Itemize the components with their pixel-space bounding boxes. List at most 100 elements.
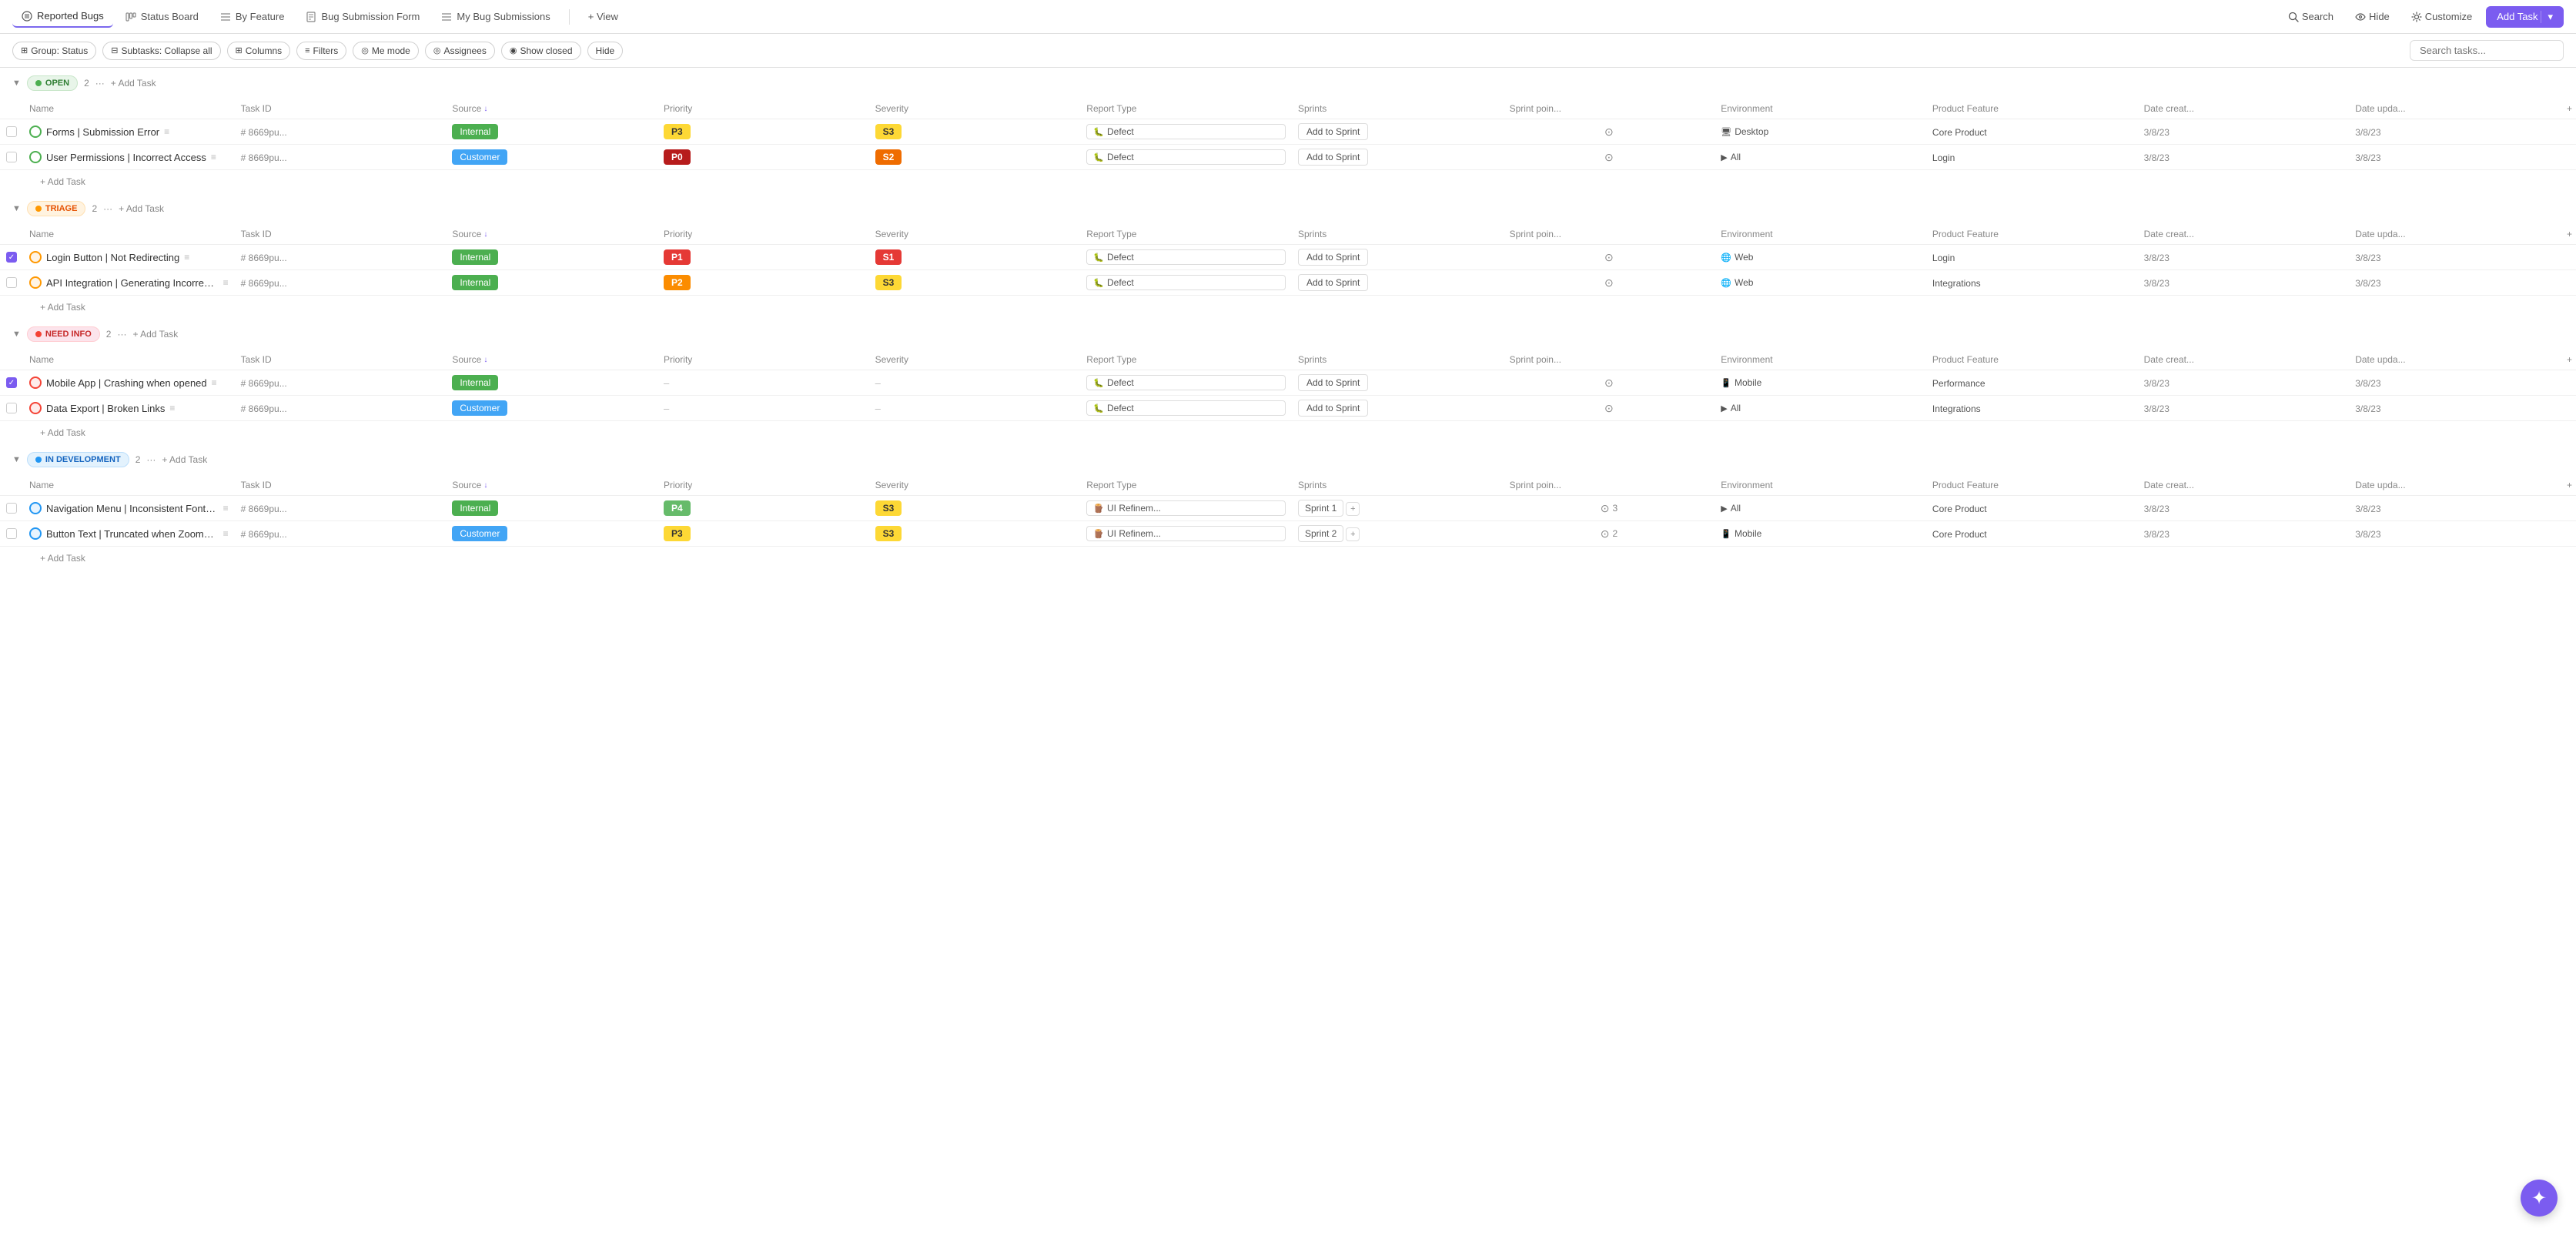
add-to-sprint-button[interactable]: Add to Sprint: [1298, 274, 1368, 291]
task-id[interactable]: # 8669pu...: [241, 529, 287, 540]
section-indev-header[interactable]: ▼ IN DEVELOPMENT 2 ··· + Add Task: [0, 444, 2576, 475]
needinfo-chevron[interactable]: ▼: [12, 330, 21, 339]
add-to-sprint-button[interactable]: Add to Sprint: [1298, 149, 1368, 166]
sprint-plus-button[interactable]: +: [1346, 502, 1360, 516]
col-plus-header-n[interactable]: +: [2561, 350, 2576, 370]
add-to-sprint-button[interactable]: Add to Sprint: [1298, 374, 1368, 391]
task-id[interactable]: # 8669pu...: [241, 253, 287, 263]
section-open-header[interactable]: ▼ OPEN 2 ··· + Add Task: [0, 68, 2576, 99]
triage-more[interactable]: ···: [103, 203, 112, 214]
needinfo-add[interactable]: + Add Task: [132, 329, 178, 340]
task-id[interactable]: # 8669pu...: [241, 378, 287, 389]
indev-add[interactable]: + Add Task: [162, 454, 207, 465]
add-to-sprint-button[interactable]: Add to Sprint: [1298, 123, 1368, 140]
tab-view[interactable]: + View: [579, 6, 627, 27]
source-badge[interactable]: Customer: [452, 526, 507, 541]
assignees-filter[interactable]: ◎ Assignees: [425, 42, 495, 60]
source-badge[interactable]: Internal: [452, 500, 498, 516]
open-chevron[interactable]: ▼: [12, 79, 21, 88]
open-more[interactable]: ···: [95, 78, 105, 89]
hide-button[interactable]: Hide: [2347, 7, 2397, 26]
row-plus[interactable]: [2561, 370, 2576, 396]
indev-more[interactable]: ···: [146, 454, 156, 465]
tab-status-board[interactable]: Status Board: [116, 6, 208, 27]
add-task-arrow[interactable]: ▾: [2541, 11, 2553, 23]
tab-by-feature[interactable]: By Feature: [211, 6, 294, 27]
task-id[interactable]: # 8669pu...: [241, 152, 287, 163]
source-badge[interactable]: Customer: [452, 400, 507, 416]
source-badge[interactable]: Internal: [452, 275, 498, 290]
source-badge[interactable]: Internal: [452, 375, 498, 390]
row-checkbox[interactable]: [6, 277, 17, 288]
search-input[interactable]: [2410, 40, 2564, 61]
show-closed-filter[interactable]: ◉ Show closed: [501, 42, 581, 60]
open-add[interactable]: + Add Task: [111, 78, 156, 89]
source-badge[interactable]: Internal: [452, 124, 498, 139]
task-id[interactable]: # 8669pu...: [241, 403, 287, 414]
subtasks-filter[interactable]: ⊟ Subtasks: Collapse all: [102, 42, 220, 60]
row-plus[interactable]: [2561, 270, 2576, 296]
col-plus-header-d[interactable]: +: [2561, 475, 2576, 496]
task-id[interactable]: # 8669pu...: [241, 504, 287, 514]
row-plus[interactable]: [2561, 496, 2576, 521]
task-text[interactable]: Navigation Menu | Inconsistent Font Si..…: [46, 503, 219, 514]
col-plus-header-t[interactable]: +: [2561, 224, 2576, 245]
add-task-button[interactable]: Add Task ▾: [2486, 6, 2564, 28]
task-text[interactable]: User Permissions | Incorrect Access: [46, 152, 206, 163]
source-badge[interactable]: Customer: [452, 149, 507, 165]
tab-reported-bugs[interactable]: Reported Bugs: [12, 5, 113, 28]
task-id[interactable]: # 8669pu...: [241, 278, 287, 289]
triage-add-row[interactable]: + Add Task: [0, 296, 2576, 319]
me-mode-filter[interactable]: ◎ Me mode: [353, 42, 419, 60]
needinfo-add-row[interactable]: + Add Task: [0, 421, 2576, 444]
search-button[interactable]: Search: [2280, 7, 2341, 26]
indev-add-row[interactable]: + Add Task: [0, 547, 2576, 570]
row-plus[interactable]: [2561, 245, 2576, 270]
add-to-sprint-button[interactable]: Add to Sprint: [1298, 400, 1368, 417]
fab-button[interactable]: ✦: [2521, 1180, 2558, 1217]
tab-my-bug-submissions[interactable]: My Bug Submissions: [432, 6, 559, 27]
task-text[interactable]: Login Button | Not Redirecting: [46, 252, 179, 263]
section-triage-header[interactable]: ▼ TRIAGE 2 ··· + Add Task: [0, 193, 2576, 224]
task-id[interactable]: # 8669pu...: [241, 127, 287, 138]
sprint-plus-button[interactable]: +: [1346, 527, 1360, 541]
customize-button[interactable]: Customize: [2404, 7, 2480, 26]
row-plus[interactable]: [2561, 396, 2576, 421]
tab-bug-submission-form[interactable]: Bug Submission Form: [296, 6, 429, 27]
section-needinfo-header[interactable]: ▼ NEED INFO 2 ··· + Add Task: [0, 319, 2576, 350]
row-checkbox[interactable]: [6, 403, 17, 413]
source-badge[interactable]: Internal: [452, 249, 498, 265]
col-source-header-t[interactable]: Source↓: [446, 224, 657, 245]
col-plus-header[interactable]: +: [2561, 99, 2576, 119]
row-checkbox[interactable]: [6, 377, 17, 388]
row-checkbox[interactable]: [6, 252, 17, 263]
columns-filter[interactable]: ⊞ Columns: [227, 42, 291, 60]
group-filter[interactable]: ⊞ Group: Status: [12, 42, 96, 60]
filters-filter[interactable]: ≡ Filters: [296, 42, 346, 60]
task-text[interactable]: Forms | Submission Error: [46, 126, 159, 138]
triage-add[interactable]: + Add Task: [119, 203, 164, 214]
task-text[interactable]: Mobile App | Crashing when opened: [46, 377, 207, 389]
task-text[interactable]: Data Export | Broken Links: [46, 403, 165, 414]
row-checkbox[interactable]: [6, 503, 17, 514]
date-updated-cell: 3/8/23: [2349, 521, 2561, 547]
add-to-sprint-button[interactable]: Add to Sprint: [1298, 249, 1368, 266]
task-text[interactable]: Button Text | Truncated when Zoomed...: [46, 528, 219, 540]
triage-chevron[interactable]: ▼: [12, 204, 21, 213]
needinfo-more[interactable]: ···: [117, 329, 126, 340]
row-plus[interactable]: [2561, 521, 2576, 547]
col-source-header-n[interactable]: Source↓: [446, 350, 657, 370]
row-checkbox[interactable]: [6, 528, 17, 539]
hide-filter-button[interactable]: Hide: [587, 42, 624, 60]
col-source-header-d[interactable]: Source↓: [446, 475, 657, 496]
row-plus[interactable]: [2561, 145, 2576, 170]
task-text[interactable]: API Integration | Generating Incorrect .…: [46, 277, 219, 289]
col-source-header[interactable]: Source↓: [446, 99, 657, 119]
row-checkbox[interactable]: [6, 152, 17, 162]
row-checkbox[interactable]: [6, 126, 17, 137]
row-plus[interactable]: [2561, 119, 2576, 145]
open-add-row[interactable]: + Add Task: [0, 170, 2576, 193]
sprint-pts-num: 3: [1612, 503, 1618, 514]
sprint-points-cell: ⊙: [1504, 119, 1715, 145]
indev-chevron[interactable]: ▼: [12, 455, 21, 464]
